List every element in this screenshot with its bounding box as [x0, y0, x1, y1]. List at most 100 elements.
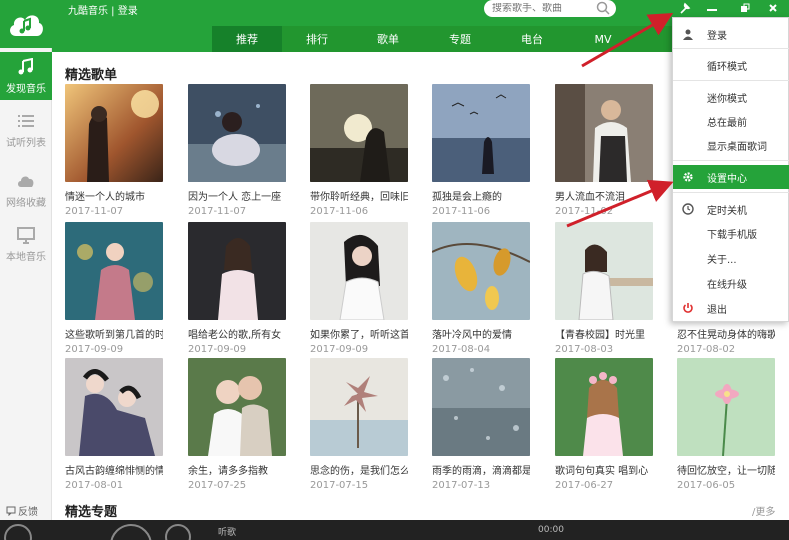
playlist-cover[interactable]	[65, 358, 163, 456]
playlist-cover[interactable]	[432, 84, 530, 182]
sidebar-item-discover[interactable]: 发现音乐	[0, 52, 52, 100]
next-button[interactable]	[165, 524, 191, 540]
tab-recommend[interactable]: 推荐	[212, 26, 282, 52]
playlist-name[interactable]: 歌词句句真实 唱到心	[555, 462, 653, 477]
playlist-name[interactable]: 孤独是会上瘾的	[432, 188, 530, 203]
menu-item-timer-shutdown[interactable]: 定时关机	[673, 197, 789, 221]
playlist-card[interactable]: 情迷一个人的城市 2017-11-07	[65, 84, 163, 217]
playlist-card[interactable]: 古风古韵缠绵悱恻的情 2017-08-01	[65, 358, 163, 491]
menu-item-label: 定时关机	[707, 205, 747, 217]
playlist-name[interactable]: 待回忆放空，让一切随	[677, 462, 775, 477]
playlist-card[interactable]: 【青春校园】时光里 2017-08-03	[555, 222, 653, 355]
playlist-name[interactable]: 这些歌听到第几首的时	[65, 326, 163, 341]
playlist-name[interactable]: 情迷一个人的城市	[65, 188, 163, 203]
playlist-card[interactable]: 唱给老公的歌,所有女 2017-09-09	[188, 222, 286, 355]
play-button[interactable]	[110, 524, 152, 540]
more-link[interactable]: /更多	[752, 503, 775, 518]
playlist-name[interactable]: 如果你累了，听听这首	[310, 326, 408, 341]
playlist-date: 2017-06-27	[555, 480, 614, 491]
playlist-date: 2017-07-13	[432, 480, 491, 491]
more-label: 更多	[755, 507, 776, 518]
playlist-cover[interactable]	[310, 358, 408, 456]
playlist-name[interactable]: 雨季的雨滴，滴滴都是	[432, 462, 530, 477]
close-button[interactable]	[761, 0, 785, 16]
menu-item-about[interactable]: 关于...	[673, 246, 789, 270]
playlist-card[interactable]: 待回忆放空，让一切随 2017-06-05	[677, 358, 775, 491]
playlist-cover[interactable]	[188, 84, 286, 182]
playlist-card[interactable]: 余生，请多多指教 2017-07-25	[188, 358, 286, 491]
playlist-name[interactable]: 余生，请多多指教	[188, 462, 286, 477]
sidebar-item-playlist[interactable]: 试听列表	[0, 106, 52, 154]
menu-item-download-mobile[interactable]: 下载手机版	[673, 221, 789, 245]
playlist-cover[interactable]	[555, 84, 653, 182]
menu-item-label: 下载手机版	[707, 229, 757, 241]
app-logo	[0, 0, 52, 48]
prev-button[interactable]	[4, 524, 32, 540]
cover-image	[310, 222, 408, 320]
menu-item-always-on-top[interactable]: 总在最前	[673, 109, 789, 133]
menu-item-settings[interactable]: 设置中心	[673, 165, 789, 189]
tab-charts[interactable]: 排行	[282, 26, 352, 52]
playlist-card[interactable]: 因为一个人 恋上一座 2017-11-07	[188, 84, 286, 217]
menu-item-online-upgrade[interactable]: 在线升级	[673, 271, 789, 295]
playlist-cover[interactable]	[432, 222, 530, 320]
sidebar-item-local[interactable]: 本地音乐	[0, 220, 52, 268]
menu-item-mini-mode[interactable]: 迷你模式	[673, 85, 789, 109]
search-input[interactable]	[492, 3, 592, 14]
playlist-card[interactable]: 思念的伤，是我们怎么 2017-07-15	[310, 358, 408, 491]
playlist-card[interactable]: 歌词句句真实 唱到心 2017-06-27	[555, 358, 653, 491]
feedback-button[interactable]: 反馈	[6, 503, 38, 518]
playlist-name[interactable]: 因为一个人 恋上一座	[188, 188, 286, 203]
playlist-name[interactable]: 唱给老公的歌,所有女	[188, 326, 286, 341]
playlist-name[interactable]: 思念的伤，是我们怎么	[310, 462, 408, 477]
clock-icon	[682, 203, 694, 215]
tab-playlists[interactable]: 歌单	[353, 26, 423, 52]
playlist-card[interactable]: 落叶冷风中的爱情 2017-08-04	[432, 222, 530, 355]
tab-topics[interactable]: 专题	[425, 26, 495, 52]
playlist-cover[interactable]	[310, 222, 408, 320]
playlist-name[interactable]: 落叶冷风中的爱情	[432, 326, 530, 341]
cover-image	[677, 358, 775, 456]
playlist-name[interactable]: 忍不住晃动身体的嗨歌	[677, 326, 775, 341]
playlist-card[interactable]: 带你聆听经典，回味旧 2017-11-06	[310, 84, 408, 217]
playlist-cover[interactable]	[555, 222, 653, 320]
player-bar: 听歌 00:00	[0, 520, 789, 540]
menu-item-label: 设置中心	[707, 173, 747, 185]
playlist-date: 2017-11-07	[65, 206, 124, 217]
playlist-cover[interactable]	[188, 358, 286, 456]
playlist-name[interactable]: 带你聆听经典，回味旧	[310, 188, 408, 203]
playlist-cover[interactable]	[188, 222, 286, 320]
playlist-name[interactable]: 【青春校园】时光里	[555, 326, 653, 341]
playlist-name[interactable]: 古风古韵缠绵悱恻的情	[65, 462, 163, 477]
playlist-cover[interactable]	[310, 84, 408, 182]
minimize-button[interactable]	[700, 0, 724, 16]
app-title[interactable]: 九酷音乐 | 登录	[68, 2, 138, 17]
menu-item-exit[interactable]: 退出	[673, 296, 789, 320]
menu-item-label: 迷你模式	[707, 93, 747, 105]
playlist-cover[interactable]	[432, 358, 530, 456]
search-icon[interactable]	[596, 1, 610, 15]
tab-mv[interactable]: MV	[568, 26, 638, 52]
playlist-cover[interactable]	[65, 84, 163, 182]
playlist-cover[interactable]	[677, 358, 775, 456]
settings-wrench-button[interactable]	[673, 0, 697, 16]
playlist-cover[interactable]	[65, 222, 163, 320]
playlist-card[interactable]: 孤独是会上瘾的 2017-11-06	[432, 84, 530, 217]
playlist-card[interactable]: 如果你累了，听听这首 2017-09-09	[310, 222, 408, 355]
playlist-card[interactable]: 男人流血不流泪 2017-11-02	[555, 84, 653, 217]
mini-mode-button[interactable]	[733, 0, 757, 16]
playlist-date: 2017-08-01	[65, 480, 124, 491]
playlist-card[interactable]: 这些歌听到第几首的时 2017-09-09	[65, 222, 163, 355]
menu-item-label: 总在最前	[707, 117, 747, 129]
playlist-name[interactable]: 男人流血不流泪	[555, 188, 653, 203]
search-box[interactable]	[484, 0, 616, 17]
menu-item-label: 循环模式	[707, 61, 747, 73]
playlist-card[interactable]: 雨季的雨滴，滴滴都是 2017-07-13	[432, 358, 530, 491]
menu-item-loop-mode[interactable]: 循环模式	[673, 53, 789, 77]
playlist-cover[interactable]	[555, 358, 653, 456]
menu-item-desktop-lyrics[interactable]: 显示桌面歌词	[673, 133, 789, 157]
menu-item-login[interactable]: 登录	[673, 22, 789, 46]
tab-radio[interactable]: 电台	[497, 26, 567, 52]
sidebar-item-cloud[interactable]: 网络收藏	[0, 166, 52, 214]
list-icon	[18, 114, 34, 127]
